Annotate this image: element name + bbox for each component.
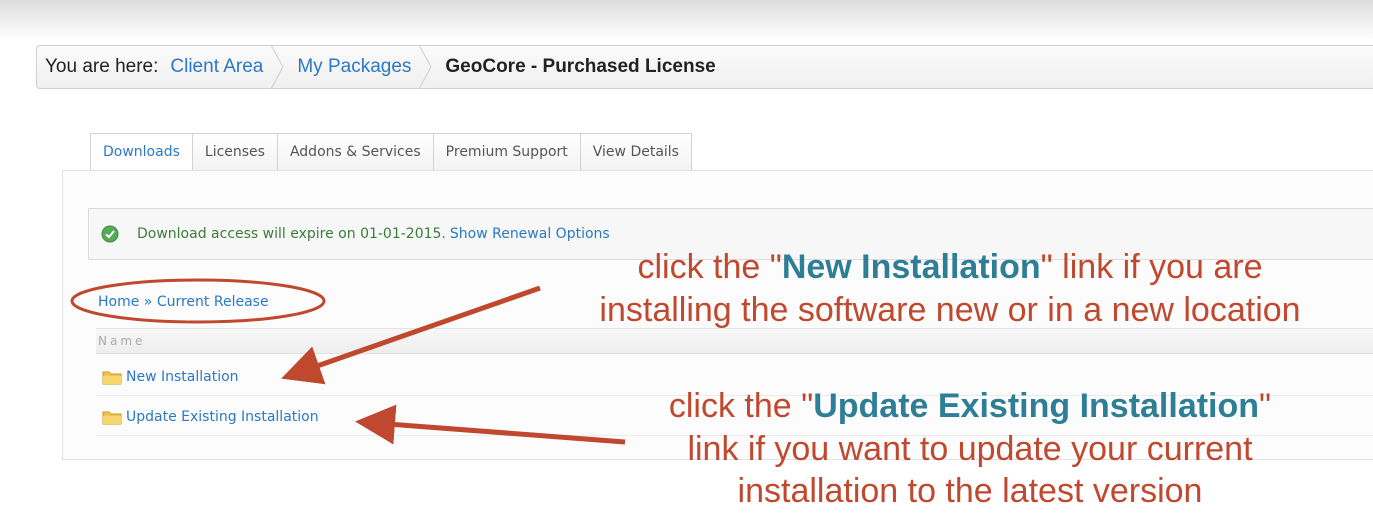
breadcrumb-client-area[interactable]: Client Area (170, 56, 263, 78)
tab-view-details[interactable]: View Details (580, 133, 692, 171)
tab-addons-services[interactable]: Addons & Services (277, 133, 434, 171)
file-breadcrumb-home[interactable]: Home (98, 294, 139, 310)
tab-premium-support[interactable]: Premium Support (433, 133, 581, 171)
top-shadow (0, 0, 1373, 40)
notice-text: Download access will expire on 01-01-201… (137, 226, 446, 242)
annotation-update-installation: click the "Update Existing Installation"… (668, 387, 1272, 510)
file-breadcrumb-separator: » (143, 294, 153, 310)
show-renewal-options-link[interactable]: Show Renewal Options (450, 226, 610, 242)
folder-icon (102, 409, 122, 425)
tab-bar: Downloads Licenses Addons & Services Pre… (90, 133, 692, 171)
breadcrumb-prefix: You are here: (45, 56, 159, 77)
annotation-new-installation: click the "New Installation" link if you… (599, 248, 1301, 329)
file-breadcrumb: Home » Current Release (98, 294, 269, 310)
breadcrumb-separator (417, 45, 433, 89)
breadcrumb-current: GeoCore - Purchased License (445, 56, 716, 77)
breadcrumb-separator (269, 45, 285, 89)
tab-downloads[interactable]: Downloads (90, 133, 193, 171)
breadcrumb-my-packages[interactable]: My Packages (297, 56, 411, 78)
table-header-name[interactable]: Name (96, 328, 1373, 354)
tab-licenses[interactable]: Licenses (192, 133, 278, 171)
file-breadcrumb-current[interactable]: Current Release (157, 294, 269, 310)
breadcrumb: You are here: Client Area My Packages Ge… (36, 45, 1373, 89)
new-installation-link[interactable]: New Installation (126, 369, 239, 385)
folder-icon (102, 369, 122, 385)
update-existing-installation-link[interactable]: Update Existing Installation (126, 409, 319, 425)
check-circle-icon (101, 225, 119, 243)
